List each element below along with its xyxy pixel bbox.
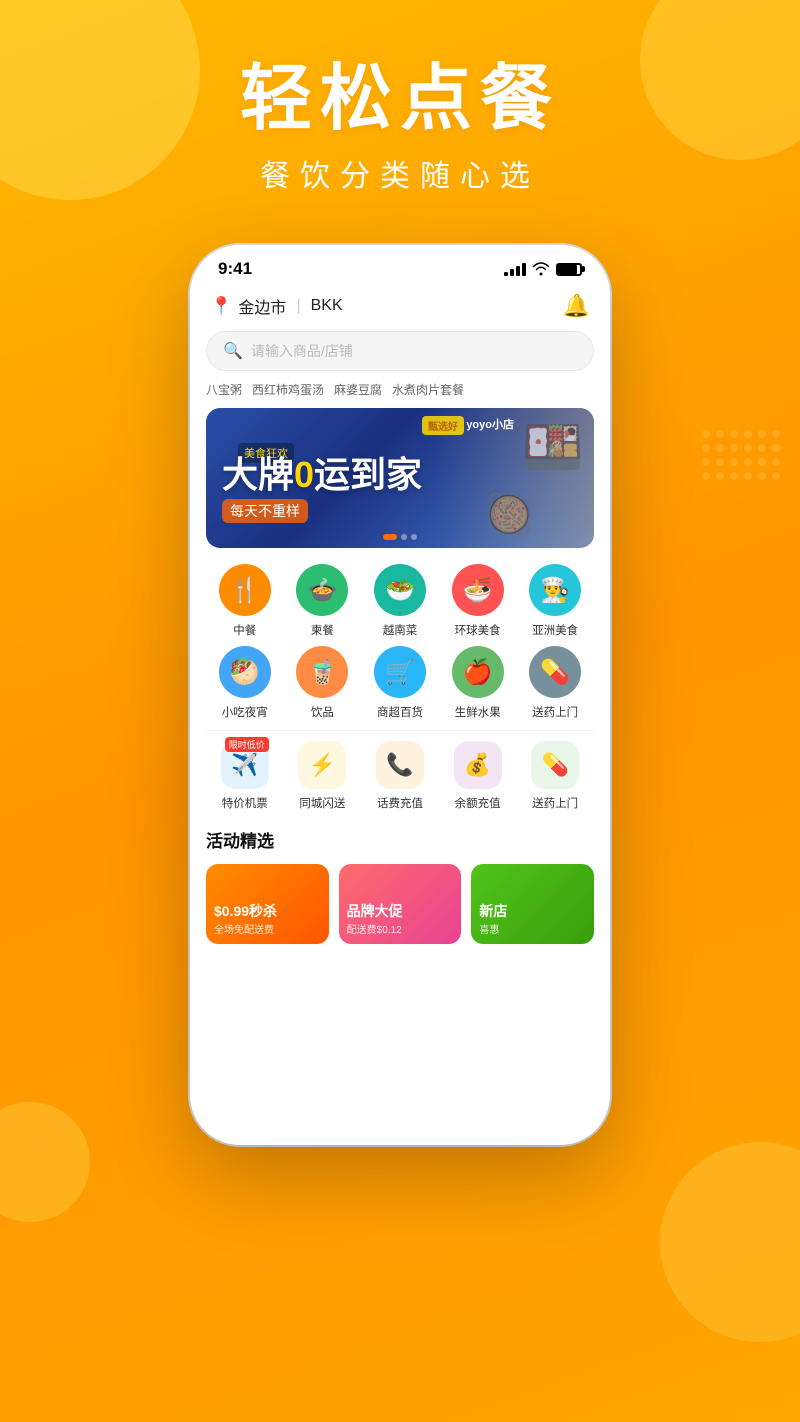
hero-subtitle: 餐饮分类随心选	[0, 151, 800, 195]
notification-bell-icon[interactable]: 🔔	[563, 293, 590, 319]
service-medicine-delivery[interactable]: 💊 送药上门	[516, 741, 594, 811]
location-info[interactable]: 📍 金边市 | BKK	[210, 294, 343, 318]
flights-icon: ✈️ 限时低价	[221, 741, 269, 789]
category-drinks[interactable]: 🧋 饮品	[284, 646, 362, 720]
global-food-icon: 🍜	[452, 564, 504, 616]
location-bar[interactable]: 📍 金边市 | BKK 🔔	[190, 285, 610, 325]
search-bar[interactable]: 🔍 请输入商品/店铺	[206, 331, 594, 371]
services-row: ✈️ 限时低价 特价机票 ⚡ 同城闪送 📞 话费充值 💰	[190, 731, 610, 811]
activity-section-title: 活动精选	[206, 827, 594, 852]
activity-section: 活动精选 $0.99秒杀 全场免配送费 品牌大促 配送费$0.12 新店 喜惠	[190, 811, 610, 944]
fresh-food-icon: 🍎	[452, 646, 504, 698]
snacks-icon: 🥙	[219, 646, 271, 698]
chinese-food-icon: 🍴	[219, 564, 271, 616]
phone-mockup-wrapper: 9:41 📍	[0, 245, 800, 1145]
activity-cards-row: $0.99秒杀 全场免配送费 品牌大促 配送费$0.12 新店 喜惠	[206, 864, 594, 944]
card-flash-sale-title: $0.99秒杀	[214, 901, 321, 921]
khmer-food-icon: 🍲	[296, 564, 348, 616]
flash-icon: ⚡	[298, 741, 346, 789]
category-asian[interactable]: 👨‍🍳 亚洲美食	[516, 564, 594, 638]
search-tags-row: 八宝粥 西红柿鸡蛋汤 麻婆豆腐 水煮肉片套餐	[190, 379, 610, 408]
category-global[interactable]: 🍜 环球美食	[439, 564, 517, 638]
category-supermarket[interactable]: 🛒 商超百货	[361, 646, 439, 720]
banner-sub-text: 每天不重样	[222, 499, 308, 523]
flights-badge: 限时低价	[225, 737, 269, 752]
hero-section: 轻松点餐 餐饮分类随心选	[0, 0, 800, 195]
category-drinks-label: 饮品	[311, 704, 334, 720]
service-balance[interactable]: 💰 余额充值	[439, 741, 517, 811]
activity-card-new-store[interactable]: 新店 喜惠	[471, 864, 594, 944]
activity-card-brand[interactable]: 品牌大促 配送费$0.12	[339, 864, 462, 944]
category-supermarket-label: 商超百货	[377, 704, 423, 720]
category-fresh[interactable]: 🍎 生鲜水果	[439, 646, 517, 720]
signal-icon	[504, 263, 526, 276]
topup-icon: 📞	[376, 741, 424, 789]
search-tag-2[interactable]: 西红柿鸡蛋汤	[252, 381, 324, 398]
battery-icon	[556, 263, 582, 276]
banner-dot-3	[411, 534, 417, 540]
category-khmer[interactable]: 🍲 柬餐	[284, 564, 362, 638]
service-flash-label: 同城闪送	[299, 795, 345, 811]
banner-dot-1	[383, 534, 397, 540]
category-global-label: 环球美食	[455, 622, 501, 638]
category-vietnamese[interactable]: 🥗 越南菜	[361, 564, 439, 638]
balance-icon: 💰	[454, 741, 502, 789]
service-medicine-delivery-label: 送药上门	[532, 795, 578, 811]
location-code: BKK	[311, 297, 343, 315]
category-medicine[interactable]: 💊 送药上门	[516, 646, 594, 720]
category-snacks[interactable]: 🥙 小吃夜宵	[206, 646, 284, 720]
supermarket-icon: 🛒	[374, 646, 426, 698]
food-categories-row2: 🥙 小吃夜宵 🧋 饮品 🛒 商超百货 🍎 生鲜水果 💊 送药上门	[190, 638, 610, 720]
category-asian-label: 亚洲美食	[532, 622, 578, 638]
food-categories-row1: 🍴 中餐 🍲 柬餐 🥗 越南菜 🍜 环球美食 👨‍🍳 亚洲美食	[190, 548, 610, 638]
status-time: 9:41	[218, 259, 252, 279]
service-flights[interactable]: ✈️ 限时低价 特价机票	[206, 741, 284, 811]
search-icon: 🔍	[223, 341, 243, 361]
status-bar: 9:41	[190, 245, 610, 285]
card-new-store-title: 新店	[479, 901, 586, 921]
vietnamese-food-icon: 🥗	[374, 564, 426, 616]
banner-promo-tag: 甄选好	[422, 416, 464, 435]
card-new-store-subtitle: 喜惠	[479, 921, 586, 936]
service-flash[interactable]: ⚡ 同城闪送	[284, 741, 362, 811]
service-topup[interactable]: 📞 话费充值	[361, 741, 439, 811]
wifi-icon	[532, 262, 550, 276]
promo-banner[interactable]: 美食狂欢 大牌0运到家 每天不重样 🍱 🥘 甄选好 yoyo小店	[206, 408, 594, 548]
hero-title: 轻松点餐	[0, 60, 800, 139]
category-medicine-label: 送药上门	[532, 704, 578, 720]
medicine-delivery-icon: 💊	[531, 741, 579, 789]
drinks-icon: 🧋	[296, 646, 348, 698]
category-chinese[interactable]: 🍴 中餐	[206, 564, 284, 638]
location-divider: |	[296, 297, 300, 315]
card-flash-sale-subtitle: 全场免配送费	[214, 921, 321, 936]
service-flights-label: 特价机票	[222, 795, 268, 811]
card-brand-subtitle: 配送费$0.12	[347, 921, 454, 936]
search-tag-4[interactable]: 水煮肉片套餐	[392, 381, 464, 398]
service-balance-label: 余额充值	[455, 795, 501, 811]
location-pin-icon: 📍	[210, 296, 232, 317]
bg-decoration-circle-br	[660, 1142, 800, 1342]
search-tag-3[interactable]: 麻婆豆腐	[334, 381, 382, 398]
banner-main-text: 大牌0运到家	[222, 457, 422, 493]
medicine-icon: 💊	[529, 646, 581, 698]
activity-card-flash-sale[interactable]: $0.99秒杀 全场免配送费	[206, 864, 329, 944]
service-topup-label: 话费充值	[377, 795, 423, 811]
status-icons	[504, 262, 582, 276]
banner-store-tag: yoyo小店	[466, 416, 514, 432]
category-vietnamese-label: 越南菜	[383, 622, 418, 638]
category-chinese-label: 中餐	[233, 622, 256, 638]
banner-dot-2	[401, 534, 407, 540]
location-city: 金边市	[238, 294, 286, 318]
card-brand-title: 品牌大促	[347, 901, 454, 921]
asian-food-icon: 👨‍🍳	[529, 564, 581, 616]
phone-mockup: 9:41 📍	[190, 245, 610, 1145]
category-fresh-label: 生鲜水果	[455, 704, 501, 720]
banner-dots	[383, 534, 417, 540]
search-tag-1[interactable]: 八宝粥	[206, 381, 242, 398]
category-khmer-label: 柬餐	[311, 622, 334, 638]
search-placeholder-text: 请输入商品/店铺	[251, 341, 353, 361]
category-snacks-label: 小吃夜宵	[222, 704, 268, 720]
